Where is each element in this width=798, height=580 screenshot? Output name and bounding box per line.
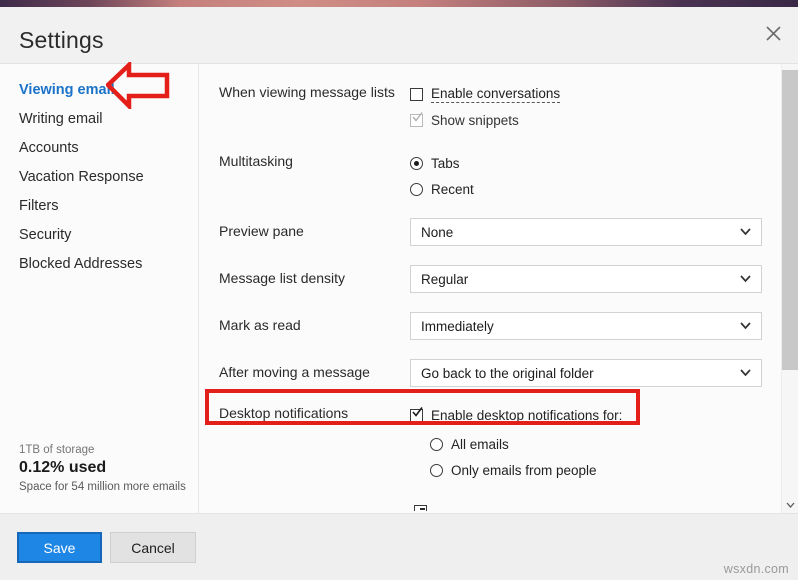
- window-titlebar: Settings: [0, 7, 798, 64]
- radio-label: All emails: [451, 436, 509, 452]
- close-icon[interactable]: [758, 18, 788, 48]
- radio-all-emails[interactable]: All emails: [430, 434, 622, 454]
- radio-selected-icon[interactable]: [410, 156, 423, 170]
- sidebar-nav: Viewing email Writing email Accounts Vac…: [0, 76, 199, 279]
- checkbox-enable-conversations[interactable]: Enable conversations: [410, 84, 561, 104]
- sidebar-item-label: Security: [19, 227, 72, 243]
- row-control: Enable conversations Show snippets: [410, 84, 561, 136]
- radio-only-emails-from-people[interactable]: Only emails from people: [430, 460, 622, 480]
- sidebar-item-blocked-addresses[interactable]: Blocked Addresses: [0, 250, 199, 279]
- row-control: None: [410, 218, 762, 246]
- chevron-down-icon: [740, 369, 751, 377]
- check-icon: [412, 406, 423, 417]
- cancel-button[interactable]: Cancel: [110, 532, 196, 563]
- footer-bar: Save Cancel wsxdn.com: [0, 513, 798, 580]
- storage-capacity: 1TB of storage: [19, 444, 95, 456]
- sidebar-item-label: Viewing email: [19, 82, 115, 98]
- radio-label: Only emails from people: [451, 462, 597, 478]
- row-control: Go back to the original folder: [410, 359, 762, 387]
- cancel-button-label: Cancel: [131, 539, 175, 556]
- chevron-down-icon: [740, 275, 751, 283]
- checkbox-checked-icon[interactable]: [410, 406, 423, 422]
- sidebar-item-label: Writing email: [19, 111, 103, 127]
- save-button-label: Save: [43, 539, 76, 556]
- checkbox-checked-disabled-icon[interactable]: [410, 111, 423, 127]
- checkbox-label: Show snippets: [431, 112, 519, 128]
- scrollbar-vertical[interactable]: [781, 64, 798, 513]
- checkbox-enable-desktop-notifications[interactable]: Enable desktop notifications for:: [410, 405, 622, 425]
- radio-unselected-icon[interactable]: [430, 463, 443, 477]
- radio-tabs[interactable]: Tabs: [410, 153, 474, 173]
- checkbox-label: Enable conversations: [431, 85, 561, 103]
- sidebar-item-writing-email[interactable]: Writing email: [0, 105, 199, 134]
- dropdown-mark-as-read[interactable]: Immediately: [410, 312, 762, 340]
- dropdown-value: Regular: [421, 271, 469, 287]
- checkbox-show-snippets[interactable]: Show snippets: [410, 110, 560, 130]
- scrollbar-thumb[interactable]: [782, 70, 798, 370]
- sidebar-item-label: Vacation Response: [19, 169, 144, 185]
- sidebar-item-security[interactable]: Security: [0, 221, 199, 250]
- radio-label: Recent: [431, 181, 474, 197]
- dropdown-after-moving-a-message[interactable]: Go back to the original folder: [410, 359, 762, 387]
- save-button[interactable]: Save: [17, 532, 102, 563]
- storage-remaining: Space for 54 million more emails: [19, 481, 186, 493]
- checkbox-unchecked-icon[interactable]: [410, 87, 423, 101]
- checkbox-partial-mark-icon: [420, 505, 430, 510]
- row-label: Preview pane: [219, 223, 304, 239]
- sidebar-item-vacation-response[interactable]: Vacation Response: [0, 163, 199, 192]
- sidebar-item-filters[interactable]: Filters: [0, 192, 199, 221]
- row-label: After moving a message: [219, 364, 370, 380]
- row-control: Tabs Recent: [410, 153, 474, 205]
- dropdown-message-list-density[interactable]: Regular: [410, 265, 762, 293]
- storage-summary: 1TB of storage 0.12% used Space for 54 m…: [19, 444, 194, 493]
- row-label: Message list density: [219, 270, 346, 286]
- storage-used: 0.12% used: [19, 459, 107, 476]
- sidebar-item-label: Accounts: [19, 140, 79, 156]
- scroll-down-icon[interactable]: [782, 496, 798, 513]
- settings-window: Settings Viewing email Writing email Acc…: [0, 0, 798, 580]
- sidebar-item-label: Blocked Addresses: [19, 256, 143, 272]
- checkbox-label: Enable desktop notifications for:: [431, 407, 623, 423]
- watermark: wsxdn.com: [723, 562, 789, 576]
- dropdown-value: Go back to the original folder: [421, 365, 594, 381]
- chevron-down-icon: [740, 228, 751, 236]
- sidebar-item-label: Filters: [19, 198, 59, 214]
- sidebar: Viewing email Writing email Accounts Vac…: [0, 64, 199, 513]
- row-control: Regular: [410, 265, 762, 293]
- row-label: Multitasking: [219, 153, 293, 169]
- sidebar-item-viewing-email[interactable]: Viewing email: [0, 76, 199, 105]
- dropdown-value: Immediately: [421, 318, 494, 334]
- settings-panel: When viewing message lists Enable conver…: [200, 64, 798, 513]
- row-label: When viewing message lists: [219, 84, 395, 100]
- radio-unselected-icon[interactable]: [410, 182, 423, 196]
- row-control: Enable desktop notifications for: All em…: [410, 405, 622, 486]
- check-icon: [412, 111, 423, 122]
- radio-recent[interactable]: Recent: [410, 179, 474, 199]
- chevron-down-icon: [740, 322, 751, 330]
- dropdown-value: None: [421, 224, 454, 240]
- accent-gradient-strip: [0, 0, 798, 7]
- row-control: Immediately: [410, 312, 762, 340]
- dropdown-preview-pane[interactable]: None: [410, 218, 762, 246]
- settings-body: Viewing email Writing email Accounts Vac…: [0, 64, 798, 513]
- row-label: Desktop notifications: [219, 405, 349, 421]
- page-title: Settings: [19, 27, 104, 53]
- row-label: Mark as read: [219, 317, 301, 333]
- sidebar-item-accounts[interactable]: Accounts: [0, 134, 199, 163]
- radio-label: Tabs: [431, 155, 460, 171]
- radio-unselected-icon[interactable]: [430, 437, 443, 451]
